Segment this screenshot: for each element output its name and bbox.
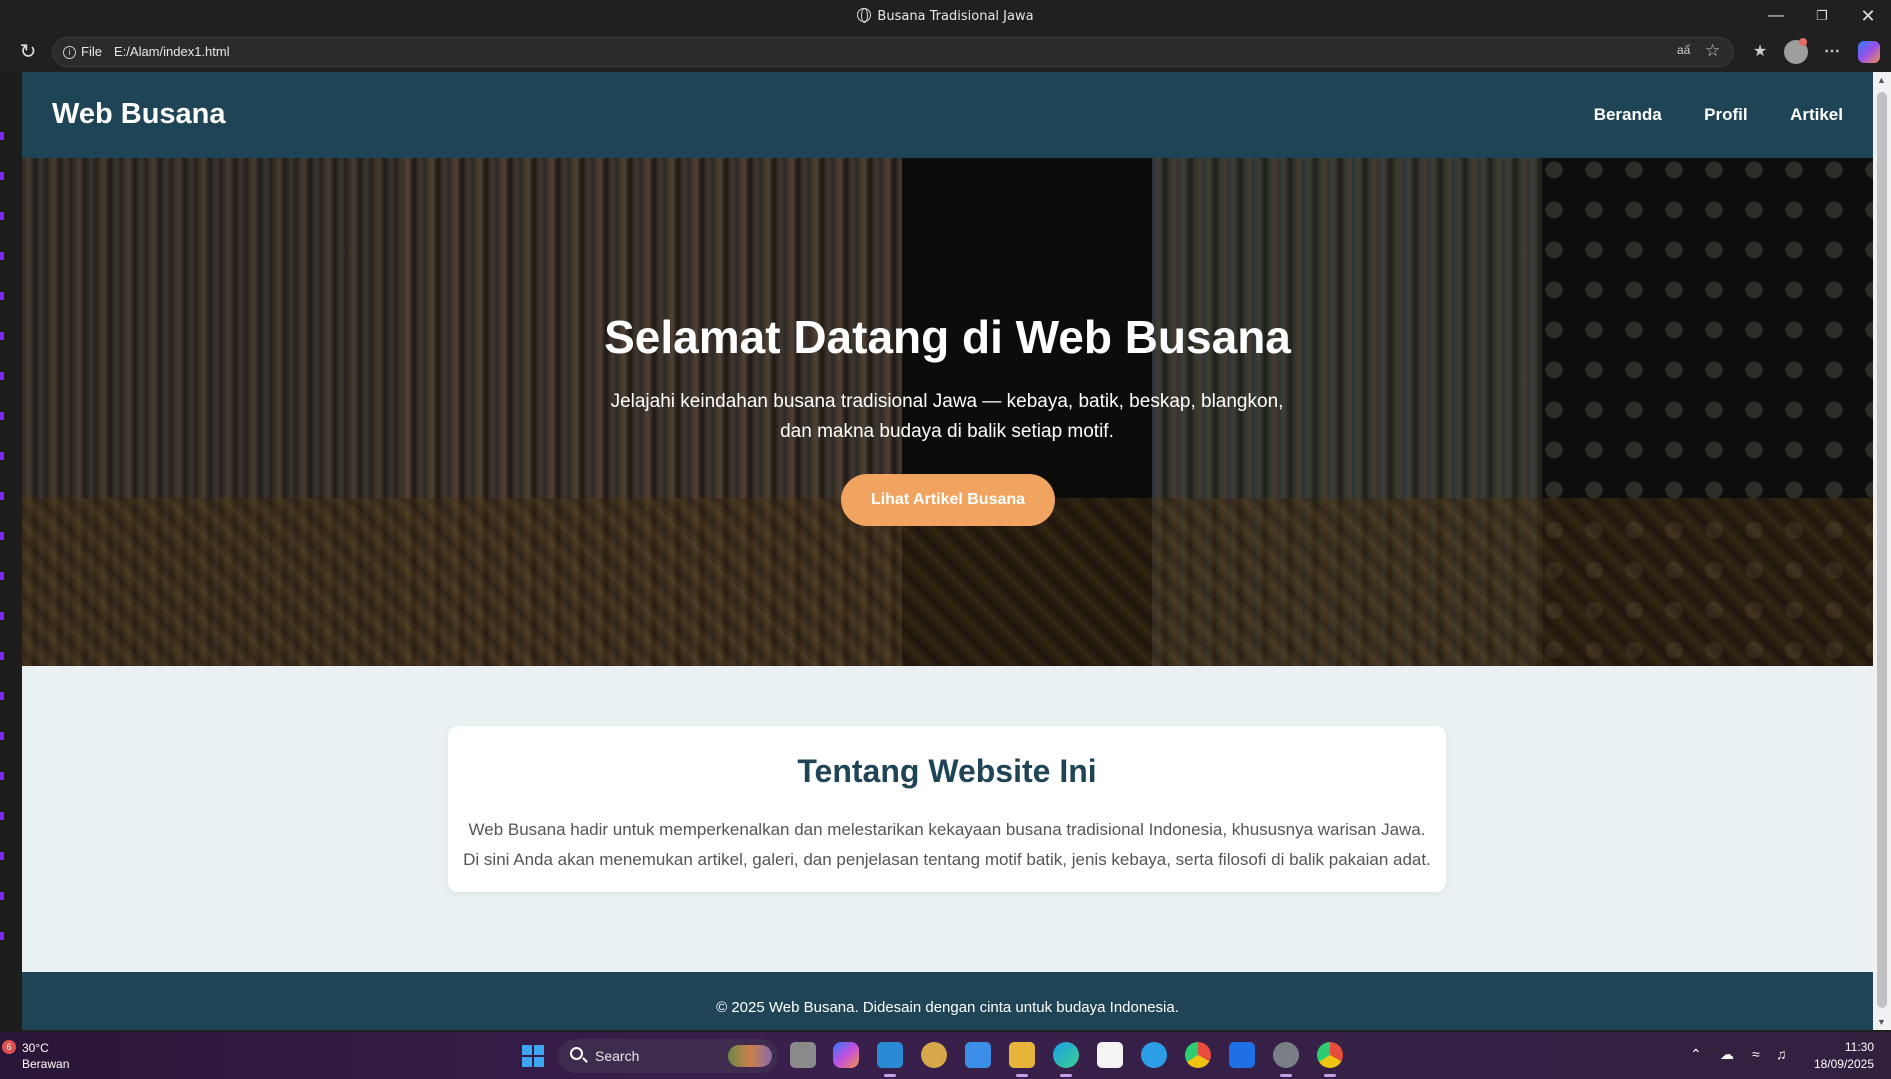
strip-marker (0, 612, 4, 620)
about-title: Tentang Website Ini (797, 753, 1097, 789)
notification-badge: 6 (2, 1040, 16, 1054)
start-icon[interactable] (522, 1045, 544, 1067)
strip-marker (0, 692, 4, 700)
info-icon[interactable]: i (63, 46, 76, 59)
nav-link-artikel[interactable]: Artikel (1790, 105, 1843, 124)
strip-marker (0, 892, 4, 900)
nav-link-profil[interactable]: Profil (1704, 105, 1747, 124)
protocol-label: File (81, 44, 102, 59)
search-label: Search (595, 1048, 640, 1064)
scrollbar-thumb[interactable] (1877, 92, 1887, 1008)
strip-marker (0, 532, 4, 540)
strip-marker (0, 412, 4, 420)
favorites-icon[interactable]: ★ (1748, 41, 1772, 61)
file-explorer-icon[interactable] (1009, 1042, 1035, 1077)
taskbar: 6 30°C Berawan Search ⌃ ☁ ≈ ♫ 11:30 18/0… (0, 1032, 1891, 1079)
globe-icon (857, 8, 872, 23)
copilot-app-icon[interactable] (833, 1042, 859, 1068)
more-menu-icon[interactable]: ⋯ (1820, 41, 1844, 61)
window-title: Busana Tradisional Jawa (0, 8, 1891, 24)
hero-title: Selamat Datang di Web Busana (604, 311, 1291, 363)
close-window-button[interactable]: ✕ (1845, 0, 1891, 32)
chrome-icon[interactable] (1185, 1042, 1211, 1068)
nav-link-beranda[interactable]: Beranda (1594, 105, 1662, 124)
strip-marker (0, 932, 4, 940)
strip-marker (0, 292, 4, 300)
strip-marker (0, 572, 4, 580)
store-icon[interactable] (965, 1042, 991, 1068)
chrome-profile-icon[interactable] (1317, 1042, 1343, 1077)
edge-icon[interactable] (1053, 1042, 1079, 1077)
about-text-line: Di sini Anda akan menemukan artikel, gal… (463, 850, 1431, 869)
hero-subtitle-line: Jelajahi keindahan busana tradisional Ja… (610, 391, 1284, 412)
page-scrollbar[interactable]: ▲ ▼ (1873, 72, 1891, 1030)
minimize-button[interactable]: — (1753, 0, 1799, 32)
strip-marker (0, 172, 4, 180)
address-bar[interactable]: i File E:/Alam/index1.html aấ ☆ (52, 37, 1734, 67)
strip-marker (0, 772, 4, 780)
volume-icon[interactable]: ♫ (1776, 1046, 1787, 1062)
url-text[interactable]: E:/Alam/index1.html (114, 44, 230, 59)
strip-marker (0, 132, 4, 140)
strip-marker (0, 212, 4, 220)
strip-marker (0, 332, 4, 340)
scroll-down-icon[interactable]: ▼ (1877, 1017, 1886, 1027)
footer-text: © 2025 Web Busana. Didesain dengan cinta… (716, 999, 1179, 1016)
sidebar-strip (0, 72, 22, 1032)
clock-date: 18/09/2025 (1813, 1057, 1874, 1071)
web-page: Web Busana Beranda Profil Artikel Selama… (22, 72, 1873, 1030)
cloud-icon[interactable]: ☁ (1720, 1046, 1734, 1063)
restore-button[interactable]: ❐ (1799, 0, 1845, 32)
strip-marker (0, 492, 4, 500)
weather-temp: 30°C (22, 1041, 49, 1055)
profile-avatar[interactable] (1784, 38, 1808, 64)
task-view-icon[interactable] (790, 1042, 816, 1068)
strip-marker (0, 812, 4, 820)
strip-marker (0, 852, 4, 860)
favorite-star-icon[interactable]: ☆ (1705, 41, 1720, 61)
weather-condition: Berawan (22, 1057, 70, 1071)
read-aloud-icon[interactable]: aấ (1677, 43, 1690, 57)
hero-subtitle: Jelajahi keindahan busana tradisional Ja… (602, 387, 1292, 447)
search-highlight-image (728, 1045, 772, 1067)
window-title-text: Busana Tradisional Jawa (877, 9, 1034, 24)
nav-links: Beranda Profil Artikel (1556, 105, 1843, 125)
settings-icon[interactable] (1273, 1042, 1299, 1077)
amazon-icon[interactable] (1097, 1042, 1123, 1068)
search-icon (570, 1047, 583, 1060)
about-text-line: Web Busana hadir untuk memperkenalkan da… (468, 820, 1426, 839)
wifi-icon[interactable]: ≈ (1752, 1046, 1760, 1062)
strip-marker (0, 252, 4, 260)
scroll-up-icon[interactable]: ▲ (1877, 75, 1886, 85)
window-titlebar: Busana Tradisional Jawa — ❐ ✕ (0, 0, 1891, 32)
system-clock[interactable]: 11:30 18/09/2025 (1808, 1039, 1874, 1073)
weather-widget[interactable]: 6 30°C Berawan (2, 1040, 70, 1072)
cta-button[interactable]: Lihat Artikel Busana (841, 474, 1055, 526)
clock-time: 11:30 (1844, 1040, 1874, 1054)
vscode-icon[interactable] (877, 1042, 903, 1077)
site-navbar: Web Busana Beranda Profil Artikel (22, 72, 1873, 158)
site-footer: © 2025 Web Busana. Didesain dengan cinta… (22, 972, 1873, 1030)
strip-marker (0, 452, 4, 460)
hero-section: Selamat Datang di Web Busana Jelajahi ke… (22, 158, 1873, 666)
dropbox-icon[interactable] (1229, 1042, 1255, 1068)
copilot-icon[interactable] (1858, 41, 1880, 63)
about-card: Tentang Website Ini Web Busana hadir unt… (448, 726, 1446, 892)
browser-toolbar: ↻ i File E:/Alam/index1.html aấ ☆ ★ ⋯ (0, 32, 1891, 72)
site-brand[interactable]: Web Busana (52, 98, 226, 131)
taskbar-search[interactable]: Search (558, 1039, 778, 1073)
about-text: Web Busana hadir untuk memperkenalkan da… (458, 815, 1436, 875)
hero-subtitle-line: dan makna budaya di balik setiap motif. (780, 421, 1114, 442)
strip-marker (0, 372, 4, 380)
strip-marker (0, 652, 4, 660)
pinned-app-icon[interactable] (921, 1042, 947, 1068)
app-icon[interactable] (1141, 1042, 1167, 1068)
reload-icon[interactable]: ↻ (16, 40, 40, 64)
strip-marker (0, 732, 4, 740)
chevron-up-icon[interactable]: ⌃ (1690, 1046, 1702, 1063)
